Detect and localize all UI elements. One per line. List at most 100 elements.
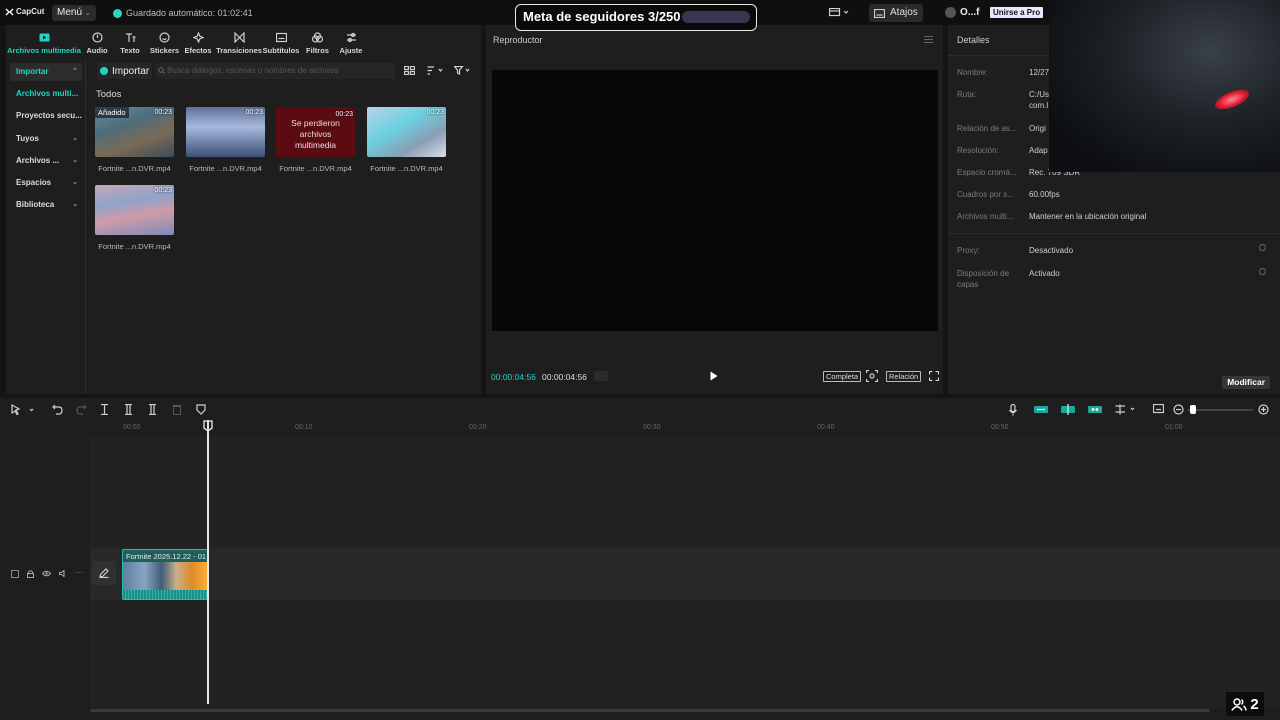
- info-icon[interactable]: [1259, 244, 1266, 251]
- media-thumbnail[interactable]: 00:23: [367, 107, 446, 157]
- detail-label: Ruta:: [957, 90, 977, 99]
- media-icon: [39, 33, 49, 42]
- tab-adjust[interactable]: Ajuste: [336, 25, 366, 59]
- sidebar-item-library[interactable]: Biblioteca ⌄: [10, 196, 82, 214]
- ruler-tick: 01:00: [1165, 424, 1183, 431]
- media-thumbnail[interactable]: Añadido 00:23: [95, 107, 174, 157]
- redo-icon[interactable]: [76, 404, 87, 415]
- tab-effects-label: Efectos: [184, 46, 212, 55]
- media-file-name: Fortnite ...n.DVR.mp4: [279, 164, 352, 173]
- join-pro-button[interactable]: Unirse a Pro: [990, 7, 1044, 18]
- tab-media[interactable]: Archivos multimedia: [6, 25, 82, 59]
- player-title: Reproductor: [493, 35, 543, 45]
- tab-effects[interactable]: Efectos: [181, 25, 215, 59]
- shortcuts-button[interactable]: Atajos: [869, 4, 923, 22]
- details-title: Detalles: [957, 35, 990, 45]
- tab-media-label: Archivos multimedia: [7, 46, 81, 55]
- horizontal-scrollbar[interactable]: [90, 709, 1210, 712]
- timecode-format-icon[interactable]: [594, 371, 608, 381]
- split-left-icon[interactable]: [124, 404, 133, 415]
- audio-icon: [91, 32, 103, 43]
- timeline-ruler[interactable]: 00:00 00:10 00:20 00:30 00:40 00:50 01:0…: [90, 422, 1280, 436]
- main-video-track[interactable]: [90, 548, 1280, 600]
- play-icon[interactable]: [710, 371, 718, 381]
- tab-stickers-label: Stickers: [149, 46, 180, 55]
- cloud-check-icon: [113, 8, 122, 18]
- crop-icon[interactable]: [866, 370, 878, 382]
- lock-icon[interactable]: [27, 570, 34, 578]
- zoom-slider-handle[interactable]: [1190, 405, 1196, 414]
- zoom-in-icon[interactable]: [1258, 404, 1269, 415]
- webcam-light: [1212, 85, 1252, 114]
- more-icon[interactable]: ···: [75, 568, 83, 577]
- import-button[interactable]: Importar: [97, 63, 153, 79]
- detail-label: Relación de as...: [957, 124, 1017, 133]
- media-file-name: Fortnite ...n.DVR.mp4: [98, 164, 171, 173]
- sidebar-item-yours[interactable]: Tuyos ⌄: [10, 130, 82, 148]
- split-right-icon[interactable]: [148, 404, 157, 415]
- sort-icon[interactable]: [427, 66, 443, 75]
- detail-label: Disposición de capas: [957, 269, 1010, 289]
- fullscreen-icon[interactable]: [929, 371, 939, 381]
- layout-icon[interactable]: [829, 8, 849, 17]
- menu-button[interactable]: Menú ⌄: [52, 5, 96, 21]
- ruler-tick: 00:40: [817, 424, 835, 431]
- media-thumbnail[interactable]: 00:23: [95, 185, 174, 235]
- tab-stickers[interactable]: Stickers: [148, 25, 181, 59]
- sidebar-item-spaces[interactable]: Espacios ⌄: [10, 174, 82, 192]
- modify-button[interactable]: Modificar: [1222, 376, 1270, 389]
- grid-view-icon[interactable]: [404, 66, 415, 75]
- microphone-icon[interactable]: [1009, 404, 1017, 416]
- missing-media-thumbnail[interactable]: 00:23 Se perdieron archivos multimedia: [276, 107, 355, 157]
- split-icon[interactable]: [100, 404, 109, 415]
- subtitle-track-icon[interactable]: [1153, 404, 1164, 414]
- tab-subtitles[interactable]: Subtítulos: [263, 25, 299, 59]
- select-cursor-icon[interactable]: [11, 404, 37, 416]
- filter-icon[interactable]: [454, 66, 471, 75]
- ruler-tick: 00:30: [643, 424, 661, 431]
- player-panel: Reproductor 00:00:04:56 00:00:04:56 Comp…: [486, 25, 943, 394]
- tab-filters[interactable]: Filtros: [299, 25, 336, 59]
- auto-snap-icon[interactable]: [1061, 404, 1075, 415]
- detail-value: Mantener en la ubicación original: [1029, 212, 1147, 221]
- tab-audio[interactable]: Audio: [82, 25, 112, 59]
- clip-name: Fortnite 2025.12.22 - 01: [126, 552, 207, 561]
- tab-text[interactable]: Texto: [112, 25, 148, 59]
- video-clip[interactable]: Fortnite 2025.12.22 - 01: [122, 549, 208, 600]
- linkage-icon[interactable]: [1088, 405, 1102, 414]
- media-thumbnail[interactable]: 00:23: [186, 107, 265, 157]
- preview-axis-icon[interactable]: [1115, 404, 1139, 415]
- marker-icon[interactable]: [196, 404, 206, 415]
- sidebar-item-secondary-projects[interactable]: Proyectos secu...: [10, 107, 82, 125]
- follower-goal-progress: [682, 11, 750, 23]
- user-account[interactable]: O...f: [945, 7, 979, 18]
- playhead[interactable]: [207, 420, 209, 704]
- detail-label: Archivos multi...: [957, 212, 1014, 221]
- full-quality-button[interactable]: Completa: [823, 371, 862, 382]
- menu-icon[interactable]: [924, 36, 933, 43]
- sidebar-item-label: Importar: [16, 67, 49, 76]
- chevron-up-icon: ⌃: [72, 68, 78, 75]
- delete-icon[interactable]: [172, 404, 182, 415]
- section-label: Todos: [96, 89, 122, 100]
- aspect-ratio-button[interactable]: Relación: [886, 371, 922, 382]
- speaker-icon[interactable]: [59, 570, 67, 577]
- sidebar-item-files[interactable]: Archivos ... ⌄: [10, 152, 82, 170]
- search-input[interactable]: [167, 66, 392, 75]
- undo-icon[interactable]: [52, 404, 63, 415]
- media-search: [155, 63, 395, 79]
- plus-circle-icon: [100, 67, 108, 75]
- info-icon[interactable]: [1259, 268, 1266, 275]
- tab-transitions[interactable]: Transiciones: [215, 25, 263, 59]
- sidebar-item-media-files[interactable]: Archivos multi...: [10, 85, 82, 103]
- zoom-slider[interactable]: [1188, 405, 1253, 414]
- media-file-name: Fortnite ...n.DVR.mp4: [370, 164, 443, 173]
- edit-cover-button[interactable]: [92, 561, 116, 585]
- eye-icon[interactable]: [42, 570, 51, 577]
- zoom-out-icon[interactable]: [1173, 404, 1184, 415]
- sidebar-item-import[interactable]: Importar ⌃: [10, 63, 82, 81]
- track-cover-icon[interactable]: [11, 570, 19, 578]
- track-header: ···: [0, 548, 116, 600]
- main-track-magnet-icon[interactable]: [1034, 405, 1048, 414]
- video-preview[interactable]: [492, 70, 938, 331]
